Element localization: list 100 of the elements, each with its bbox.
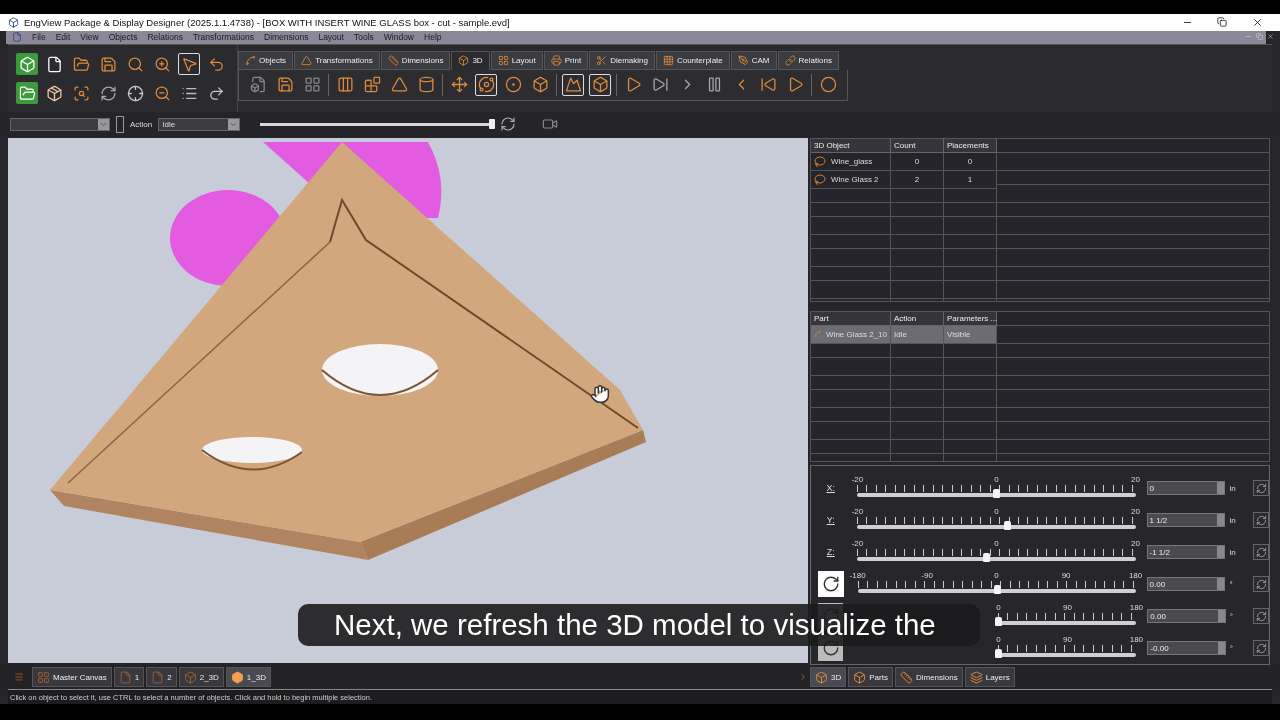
ribbon-tab[interactable]: Diemaking: [589, 50, 655, 70]
sphere-icon[interactable]: [819, 76, 837, 94]
action-combo[interactable]: Idle: [158, 117, 241, 131]
canvas-tab[interactable]: 2: [146, 667, 177, 688]
skip-forward-icon[interactable]: [651, 76, 669, 94]
reset-button[interactable]: [1253, 576, 1269, 593]
column-header[interactable]: Count: [891, 139, 944, 154]
object-combo[interactable]: [10, 117, 110, 131]
orbit-icon[interactable]: [477, 76, 495, 94]
axis-slider[interactable]: -20 0 20: [850, 539, 1143, 566]
ribbon-tab[interactable]: Transformations: [294, 50, 380, 70]
zoom-in-icon[interactable]: [153, 55, 171, 73]
menu-item[interactable]: Tools: [353, 32, 374, 43]
refresh-icon[interactable]: [99, 84, 117, 102]
reset-button[interactable]: [1253, 608, 1269, 625]
column-header[interactable]: Part: [811, 311, 891, 326]
ribbon-tab[interactable]: Layout: [490, 50, 543, 70]
value-field[interactable]: 0.00: [1146, 577, 1226, 592]
grid-icon: [497, 54, 509, 66]
panel-tab[interactable]: 3D: [810, 667, 847, 688]
menu-item[interactable]: File: [32, 32, 46, 43]
wireframe-cube-icon[interactable]: [531, 76, 549, 94]
crosshair-icon[interactable]: [126, 84, 144, 102]
axis-slider[interactable]: -20 0 20: [850, 475, 1143, 502]
reset-button[interactable]: [1253, 480, 1269, 497]
column-header[interactable]: 3D Object: [811, 139, 891, 154]
slider-thumb[interactable]: [993, 585, 1001, 595]
axis-slider[interactable]: -20 0 20: [850, 507, 1143, 534]
reset-button[interactable]: [1253, 512, 1269, 529]
canvas-tab[interactable]: 1_3D: [225, 667, 271, 688]
value-field[interactable]: 1 1/2: [1146, 513, 1226, 528]
value-field[interactable]: -1 1/2: [1146, 545, 1226, 560]
slider-thumb[interactable]: [983, 553, 991, 563]
move-icon[interactable]: [450, 76, 468, 94]
package-icon[interactable]: [45, 84, 63, 102]
search-icon[interactable]: [126, 55, 144, 73]
folder-icon[interactable]: [72, 55, 90, 73]
ribbon-tab[interactable]: CAM: [730, 50, 777, 70]
file-box-icon[interactable]: [249, 76, 267, 94]
skip-back-icon[interactable]: [759, 76, 777, 94]
ribbon-tab[interactable]: Print: [543, 50, 589, 70]
cube-icon[interactable]: [18, 55, 36, 73]
ribbon-tab[interactable]: Relations: [777, 50, 839, 70]
menu-item[interactable]: Edit: [55, 32, 71, 43]
file-icon[interactable]: [45, 55, 63, 73]
color-swatch[interactable]: [116, 115, 124, 133]
pyramid-icon[interactable]: [390, 76, 408, 94]
image-icon[interactable]: [564, 76, 582, 94]
value-field[interactable]: 0: [1146, 481, 1226, 496]
reset-button[interactable]: [1253, 640, 1269, 657]
column-header[interactable]: Parameters ...: [944, 311, 997, 326]
panel-tab[interactable]: Layers: [964, 667, 1015, 688]
menu-item[interactable]: View: [80, 32, 99, 43]
refresh-icon[interactable]: [500, 116, 517, 133]
column-header[interactable]: Placements: [944, 139, 997, 154]
zoom-out-icon[interactable]: [153, 84, 171, 102]
undo-icon[interactable]: [207, 55, 225, 73]
axis-slider[interactable]: -180 -90 0 90 180: [850, 571, 1143, 598]
rotation-axis-button[interactable]: [818, 571, 844, 598]
ring-icon[interactable]: [504, 76, 522, 94]
slider-thumb[interactable]: [488, 119, 495, 130]
ribbon-tab[interactable]: Counterplate: [655, 50, 730, 70]
slider-thumb[interactable]: [995, 617, 1003, 627]
ribbon-tab[interactable]: Dimensions: [380, 50, 451, 70]
pointer-icon[interactable]: [180, 55, 198, 73]
canvas-tab[interactable]: 1: [113, 667, 145, 688]
cube-icon[interactable]: [591, 76, 609, 94]
menu-item[interactable]: Layout: [318, 32, 344, 43]
scan-search-icon[interactable]: [72, 84, 90, 102]
canvas-tab[interactable]: 2_3D: [178, 667, 224, 688]
folder-icon[interactable]: [18, 84, 36, 102]
column-header[interactable]: Action: [891, 311, 944, 326]
save-icon[interactable]: [99, 55, 117, 73]
redo-icon[interactable]: [207, 84, 225, 102]
axis-slider[interactable]: 0 90 180: [991, 603, 1144, 630]
menu-item[interactable]: Window: [383, 32, 414, 43]
menu-item[interactable]: Dimensions: [264, 32, 309, 43]
slider-thumb[interactable]: [993, 489, 1001, 499]
panel-tab[interactable]: Dimensions: [894, 667, 963, 688]
axis-slider[interactable]: 0 90 180: [991, 635, 1144, 662]
ribbon-tab[interactable]: 3D: [451, 50, 490, 70]
ribbon-tab[interactable]: Objects: [238, 50, 294, 70]
value-field[interactable]: -0.00: [1147, 641, 1226, 656]
cylinder-icon[interactable]: [417, 76, 435, 94]
menu-item[interactable]: Relations: [147, 32, 183, 43]
animation-slider[interactable]: [260, 118, 495, 131]
canvas-tab[interactable]: Master Canvas: [32, 667, 112, 688]
blocks-icon[interactable]: [363, 76, 381, 94]
columns-icon[interactable]: [336, 76, 354, 94]
save-icon[interactable]: [276, 76, 294, 94]
menu-item[interactable]: Transformations: [192, 32, 254, 43]
grid-icon[interactable]: [303, 76, 321, 94]
menu-item[interactable]: Objects: [108, 32, 138, 43]
menu-item[interactable]: Help: [424, 32, 442, 43]
close-icon[interactable]: [1267, 33, 1274, 40]
panel-tab[interactable]: Parts: [848, 667, 893, 688]
slider-thumb[interactable]: [995, 649, 1003, 659]
value-field[interactable]: 0.00: [1147, 609, 1226, 624]
slider-thumb[interactable]: [1003, 521, 1011, 531]
reset-button[interactable]: [1253, 544, 1269, 561]
